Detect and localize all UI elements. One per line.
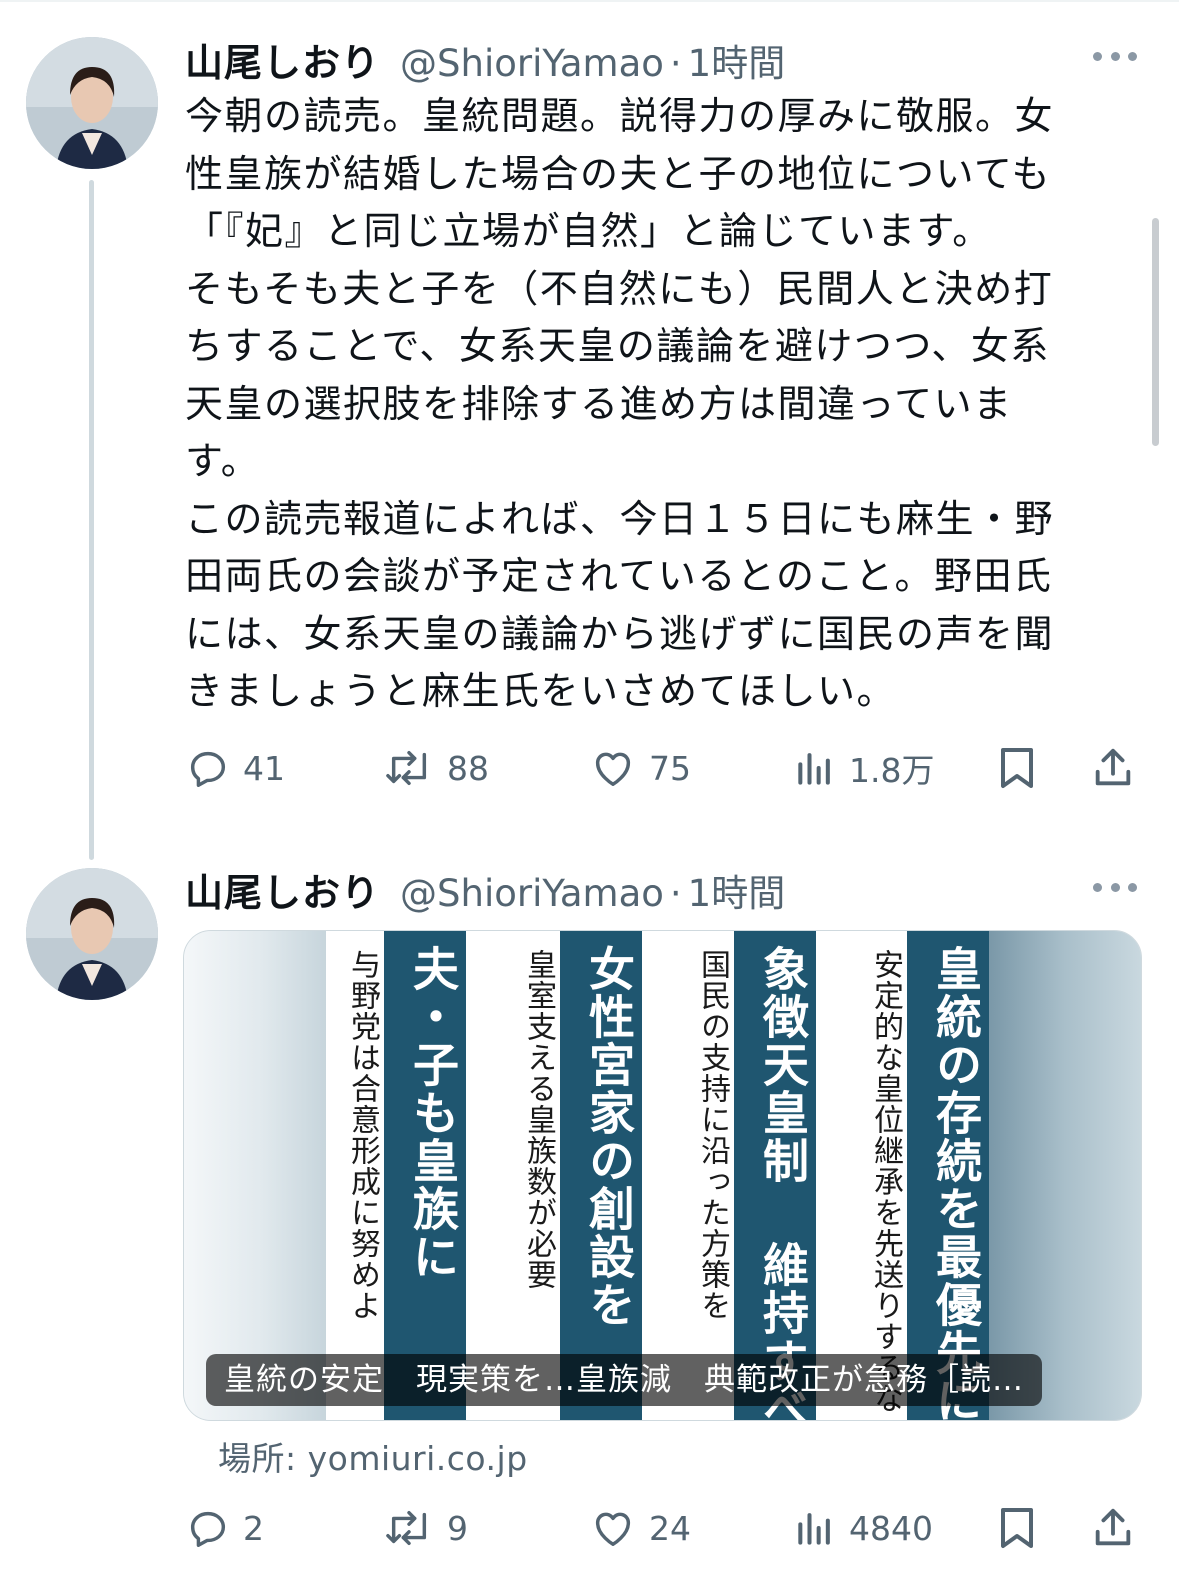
reply-count: 41 bbox=[243, 748, 285, 788]
avatar[interactable] bbox=[26, 37, 158, 169]
bookmark-button[interactable] bbox=[997, 743, 1037, 793]
retweet-button[interactable]: 9 bbox=[383, 1503, 468, 1553]
post-time[interactable]: 1時間 bbox=[688, 863, 786, 917]
like-button[interactable]: 24 bbox=[589, 1503, 691, 1553]
like-icon bbox=[595, 752, 631, 787]
author-name[interactable]: 山尾しおり bbox=[185, 862, 380, 917]
share-button[interactable] bbox=[1090, 1503, 1136, 1553]
headline-column: 女性宮家の創設を bbox=[560, 931, 642, 1420]
retweet-icon bbox=[386, 1510, 427, 1546]
headline-column: 国民の支持に沿った方策を bbox=[642, 931, 734, 1420]
author-handle[interactable]: @ShioriYamao bbox=[400, 872, 664, 915]
like-icon bbox=[595, 1512, 631, 1547]
separator-dot: · bbox=[669, 872, 682, 915]
card-caption[interactable]: 皇統の安定 現実策を…皇族減 典範改正が急務［読… bbox=[206, 1354, 1042, 1406]
reply-button[interactable]: 41 bbox=[185, 743, 285, 793]
like-count: 75 bbox=[649, 748, 691, 788]
reply-button[interactable]: 2 bbox=[185, 1503, 264, 1553]
share-icon bbox=[1095, 748, 1131, 786]
views-count: 1.8万 bbox=[849, 751, 935, 790]
bookmark-button[interactable] bbox=[997, 1503, 1037, 1553]
retweet-button[interactable]: 88 bbox=[383, 743, 489, 793]
share-icon bbox=[1095, 1508, 1131, 1546]
like-button[interactable]: 75 bbox=[589, 743, 691, 793]
newspaper-image: 与野党は合意形成に努めよ 夫・子も皇族に 皇室支える皇族数が必要 女性宮家の創設… bbox=[326, 931, 989, 1420]
views-button[interactable]: 4840 bbox=[793, 1503, 933, 1553]
thread-connector bbox=[89, 180, 94, 860]
tweet-actions: 41 88 75 1.8万 bbox=[185, 743, 1140, 793]
retweet-count: 88 bbox=[447, 748, 489, 788]
reply-icon bbox=[190, 751, 226, 787]
headline-column: 安定的な皇位継承を先送りするな bbox=[816, 931, 907, 1420]
link-card[interactable]: 与野党は合意形成に努めよ 夫・子も皇族に 皇室支える皇族数が必要 女性宮家の創設… bbox=[183, 930, 1142, 1421]
tweet-header: 山尾しおり @ShioriYamao · 1時間 bbox=[185, 32, 785, 85]
separator-dot: · bbox=[669, 42, 682, 85]
more-icon[interactable] bbox=[1093, 880, 1137, 894]
headline-column: 与野党は合意形成に努めよ bbox=[326, 931, 384, 1420]
avatar[interactable] bbox=[26, 868, 158, 1000]
like-count: 24 bbox=[649, 1508, 691, 1548]
headline-column: 象徴天皇制 維持すべき bbox=[734, 931, 816, 1420]
views-button[interactable]: 1.8万 bbox=[793, 743, 934, 793]
top-divider bbox=[0, 0, 1179, 2]
bookmark-icon bbox=[1001, 748, 1033, 788]
image-edge bbox=[989, 931, 1141, 1420]
author-name[interactable]: 山尾しおり bbox=[185, 32, 380, 87]
image-edge bbox=[184, 931, 326, 1420]
headline-column: 夫・子も皇族に bbox=[384, 931, 466, 1420]
tweet-text: 今朝の読売。皇統問題。説得力の厚みに敬服。女 性皇族が結婚した場合の夫と子の地位… bbox=[185, 94, 1055, 713]
reply-icon bbox=[190, 1511, 226, 1547]
author-handle[interactable]: @ShioriYamao bbox=[400, 42, 664, 85]
post-time[interactable]: 1時間 bbox=[688, 33, 786, 87]
retweet-count: 9 bbox=[447, 1508, 468, 1548]
views-icon bbox=[798, 753, 830, 785]
bookmark-icon bbox=[1001, 1508, 1033, 1548]
headline-column: 皇室支える皇族数が必要 bbox=[466, 931, 560, 1420]
tweet-header: 山尾しおり @ShioriYamao · 1時間 bbox=[185, 862, 785, 915]
share-button[interactable] bbox=[1090, 743, 1136, 793]
reply-count: 2 bbox=[243, 1508, 264, 1548]
views-count: 4840 bbox=[849, 1508, 933, 1548]
headline-column: 皇統の存続を最優先に bbox=[907, 931, 989, 1420]
views-icon bbox=[798, 1513, 830, 1545]
retweet-icon bbox=[386, 750, 427, 786]
card-source[interactable]: 場所: yomiuri.co.jp bbox=[218, 1432, 528, 1480]
tweet-actions: 2 9 24 4840 bbox=[185, 1503, 1140, 1553]
more-icon[interactable] bbox=[1093, 49, 1137, 63]
scrollbar[interactable] bbox=[1152, 218, 1159, 446]
